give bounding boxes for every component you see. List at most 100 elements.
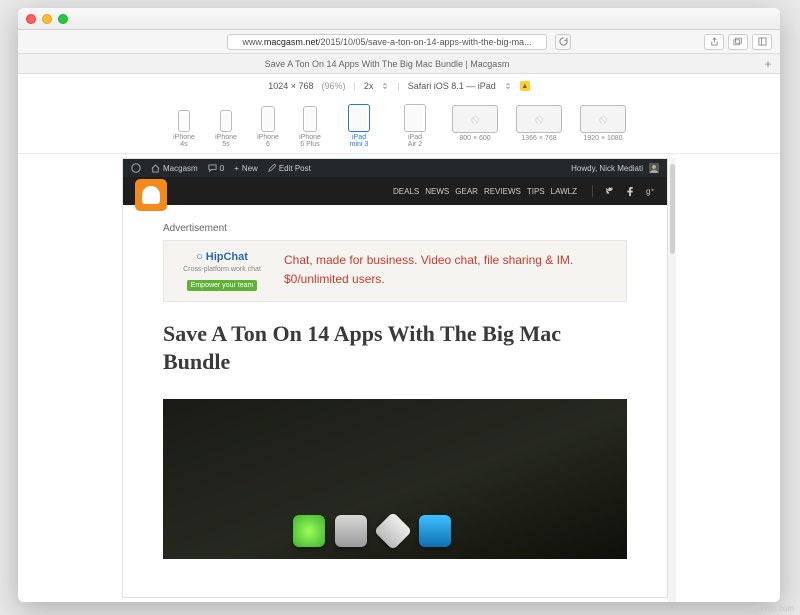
- device-label: 1366 × 768: [521, 135, 556, 149]
- ad-unit[interactable]: HipChat Cross-platform work chat Empower…: [163, 240, 627, 302]
- pencil-icon: [268, 164, 276, 172]
- warning-icon[interactable]: ▲: [520, 81, 530, 91]
- site-logo[interactable]: [135, 179, 167, 211]
- tab-bar: Save A Ton On 14 Apps With The Big Mac B…: [18, 54, 780, 74]
- browser-tab[interactable]: Save A Ton On 14 Apps With The Big Mac B…: [18, 54, 756, 74]
- article-hero-image: [163, 399, 627, 559]
- device-label: iPadAir 2: [408, 134, 422, 149]
- device-preset[interactable]: iPadAir 2: [391, 104, 439, 149]
- address-bar[interactable]: www.macgasm.net/2015/10/05/save-a-ton-on…: [227, 34, 547, 50]
- device-preset-bar: iPhone4s iPhone5s iPhone6 iPhone6 Plus iPadm…: [18, 98, 780, 154]
- device-preset[interactable]: ⦸1366 × 768: [511, 105, 567, 149]
- nav-separator: [592, 185, 593, 197]
- device-label: iPadmini 3: [350, 134, 369, 149]
- device-preset[interactable]: iPhone4s: [167, 110, 201, 149]
- separator: |: [354, 81, 356, 91]
- device-label: 800 × 600: [459, 135, 490, 149]
- home-icon: [151, 164, 160, 173]
- nav-link[interactable]: NEWS: [422, 185, 452, 198]
- scrollbar-thumb[interactable]: [670, 164, 675, 254]
- phone-icon: [261, 106, 275, 132]
- facebook-icon[interactable]: [626, 187, 634, 196]
- device-label: iPhone5s: [215, 134, 237, 149]
- hero-dock-icons: [293, 515, 451, 547]
- dock-app-icon: [293, 515, 325, 547]
- device-preset[interactable]: ⦸1920 × 1080: [575, 105, 631, 149]
- nav-link[interactable]: REVIEWS: [481, 185, 524, 198]
- ad-copy-line1: Chat, made for business. Video chat, fil…: [284, 251, 573, 270]
- minimize-window-button[interactable]: [42, 14, 52, 24]
- article-content: Advertisement HipChat Cross-platform wor…: [123, 205, 667, 559]
- ad-copy-line2: $0/unlimited users.: [284, 270, 573, 289]
- ad-brand-block: HipChat Cross-platform work chat Empower…: [174, 251, 270, 291]
- device-label: iPhone6 Plus: [299, 134, 321, 149]
- wp-edit-label: Edit Post: [279, 164, 311, 173]
- google-plus-icon[interactable]: g⁺: [646, 187, 655, 196]
- watermark: wsxdn.com: [754, 604, 794, 613]
- nav-link[interactable]: GEAR: [452, 185, 481, 198]
- dock-app-icon: [335, 515, 367, 547]
- device-preset[interactable]: iPhone6: [251, 106, 285, 149]
- safari-window: www.macgasm.net/2015/10/05/save-a-ton-on…: [18, 8, 780, 602]
- wordpress-icon: [131, 163, 141, 173]
- zoom-select[interactable]: 2x: [364, 81, 374, 91]
- reload-icon: [559, 37, 568, 46]
- reload-button[interactable]: [555, 34, 571, 50]
- page-scrollbar[interactable]: [668, 158, 676, 602]
- traffic-lights: [26, 14, 68, 24]
- chevron-updown-icon: [381, 82, 389, 90]
- url-suffix: ...: [524, 37, 532, 47]
- responsive-preview-area: Macgasm 0 + New Edit Post Howdy, Nick Me…: [18, 154, 780, 602]
- nav-link[interactable]: TIPS: [524, 185, 548, 198]
- device-preset[interactable]: iPhone5s: [209, 110, 243, 149]
- dock-app-icon: [374, 512, 412, 550]
- wp-logo[interactable]: [131, 163, 141, 173]
- ad-tagline: Cross-platform work chat: [174, 266, 270, 273]
- inspector-icon: [758, 37, 767, 46]
- device-label: iPhone6: [257, 134, 279, 149]
- custom-size-icon: ⦸: [452, 105, 498, 133]
- separator: |: [397, 81, 399, 91]
- share-icon: [710, 37, 719, 46]
- url-domain: macgasm.net: [264, 37, 318, 47]
- tabs-button[interactable]: [728, 34, 748, 50]
- device-preset[interactable]: iPadmini 3: [335, 104, 383, 149]
- browser-toolbar: www.macgasm.net/2015/10/05/save-a-ton-on…: [18, 30, 780, 54]
- device-preset[interactable]: ⦸ 800 × 600: [447, 105, 503, 149]
- simulated-page: Macgasm 0 + New Edit Post Howdy, Nick Me…: [122, 158, 668, 598]
- viewport-scale: (96%): [322, 81, 346, 91]
- nav-link[interactable]: DEALS: [390, 185, 422, 198]
- chevron-updown-icon: [504, 82, 512, 90]
- twitter-icon[interactable]: [605, 187, 614, 196]
- wp-edit-link[interactable]: Edit Post: [268, 164, 311, 173]
- close-window-button[interactable]: [26, 14, 36, 24]
- wp-new-link[interactable]: + New: [234, 164, 258, 173]
- viewport-dimensions[interactable]: 1024 × 768: [268, 81, 313, 91]
- custom-size-icon: ⦸: [580, 105, 626, 133]
- phone-icon: [178, 110, 190, 132]
- share-button[interactable]: [704, 34, 724, 50]
- wp-howdy[interactable]: Howdy, Nick Mediati: [571, 164, 643, 173]
- wordpress-admin-bar: Macgasm 0 + New Edit Post Howdy, Nick Me…: [123, 159, 667, 177]
- wp-site-name: Macgasm: [163, 164, 198, 173]
- wp-comments-count: 0: [220, 164, 224, 173]
- device-preset[interactable]: iPhone6 Plus: [293, 106, 327, 149]
- new-tab-button[interactable]: +: [756, 57, 780, 71]
- comment-icon: [208, 164, 217, 173]
- ad-cta-button[interactable]: Empower your team: [187, 280, 258, 291]
- tabs-icon: [733, 37, 743, 46]
- user-agent-select[interactable]: Safari iOS 8.1 — iPad: [408, 81, 496, 91]
- wp-site-link[interactable]: Macgasm: [151, 164, 198, 173]
- inspector-button[interactable]: [752, 34, 772, 50]
- zoom-window-button[interactable]: [58, 14, 68, 24]
- url-path: /2015/10/05/save-a-ton-on-14-apps-with-t…: [318, 37, 524, 47]
- avatar-icon[interactable]: [649, 163, 659, 173]
- nav-link[interactable]: LAWLZ: [548, 185, 580, 198]
- ad-copy: Chat, made for business. Video chat, fil…: [284, 251, 573, 291]
- ad-brand: HipChat: [174, 251, 270, 263]
- tablet-icon: [348, 104, 370, 132]
- phone-icon: [220, 110, 232, 132]
- window-titlebar[interactable]: [18, 8, 780, 30]
- wp-comments[interactable]: 0: [208, 164, 224, 173]
- site-header: DEALSNEWSGEARREVIEWSTIPSLAWLZ g⁺: [123, 177, 667, 205]
